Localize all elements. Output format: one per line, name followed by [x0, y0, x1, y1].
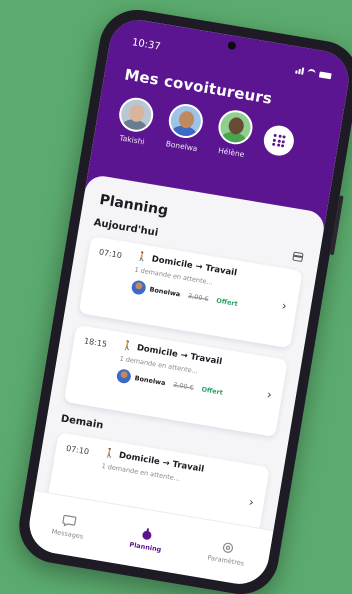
driver-name: Bonelwa — [165, 139, 199, 154]
day-label: Demain — [60, 413, 105, 432]
nav-planning[interactable]: Planning — [129, 525, 165, 553]
driver-bonelwa[interactable]: Bonelwa — [161, 101, 208, 154]
driver-name: Bonelwa — [134, 374, 167, 388]
avatar — [166, 101, 206, 141]
driver-takishi[interactable]: Takishi — [112, 95, 159, 148]
nav-label: Planning — [128, 540, 162, 554]
chat-icon — [62, 514, 77, 527]
driver-name: Takishi — [118, 133, 146, 147]
gear-icon — [222, 542, 234, 553]
trip-time: 07:10 — [65, 443, 90, 457]
nav-messages[interactable]: Messages — [51, 512, 86, 540]
battery-icon — [318, 70, 332, 79]
avatar — [130, 279, 147, 296]
chevron-right-icon: › — [280, 298, 288, 314]
trip-time: 07:10 — [98, 247, 123, 261]
avatar — [116, 95, 156, 135]
day-label: Aujourd'hui — [92, 217, 159, 239]
nav-label: Paramètres — [206, 553, 245, 568]
trip-details: 🚶 Domicile → Travail 1 demande en attent… — [115, 340, 265, 406]
signal-icon — [295, 66, 305, 75]
nav-label: Messages — [51, 527, 84, 541]
avatar — [115, 368, 132, 385]
trip-price: 3,00 € — [187, 291, 210, 304]
trip-time: 18:15 — [83, 336, 108, 349]
driver-helene[interactable]: Hélène — [211, 107, 258, 160]
trip-price: 3,00 € — [172, 380, 195, 392]
more-drivers-button[interactable] — [261, 123, 297, 158]
planning-icon — [142, 527, 152, 540]
wifi-icon — [306, 67, 317, 78]
walk-icon: 🚶 — [121, 340, 134, 353]
driver-name: Bonelwa — [148, 285, 181, 299]
phone-screen: 10:37 Mes covoitureurs Takishi Bonelwa H… — [25, 15, 352, 589]
walk-icon: 🚶 — [135, 251, 149, 264]
offer-badge: Offert — [200, 385, 224, 397]
calendar-icon[interactable] — [292, 251, 304, 263]
trip-details: 🚶 Domicile → Travail 1 demande en attent… — [101, 448, 247, 493]
background: 10:37 Mes covoitureurs Takishi Bonelwa H… — [0, 0, 352, 594]
planning-sheet: Planning Aujourd'hui 07:10 🚶 Domicile → … — [34, 173, 327, 532]
grid-icon — [271, 133, 286, 148]
chevron-right-icon: › — [265, 387, 273, 402]
nav-settings[interactable]: Paramètres — [207, 538, 247, 567]
chevron-right-icon: › — [247, 494, 255, 510]
offer-badge: Offert — [215, 296, 239, 308]
status-icons — [295, 66, 332, 80]
walk-icon: 🚶 — [103, 448, 116, 460]
avatar — [215, 107, 256, 147]
trip-details: 🚶 Domicile → Travail 1 demande en attent… — [130, 251, 280, 317]
status-time: 10:37 — [131, 37, 162, 53]
driver-name: Hélène — [217, 145, 245, 160]
phone-frame: 10:37 Mes covoitureurs Takishi Bonelwa H… — [13, 4, 352, 594]
